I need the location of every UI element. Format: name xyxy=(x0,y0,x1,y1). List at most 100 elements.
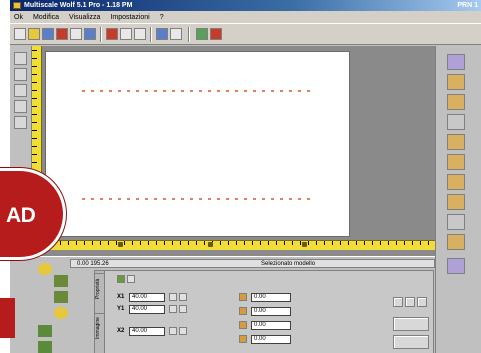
object-icon[interactable] xyxy=(117,275,125,283)
bars-icon[interactable] xyxy=(54,291,68,303)
menu-item-help[interactable]: ? xyxy=(160,14,164,21)
ruler-marker[interactable] xyxy=(208,242,213,247)
menu-item-view[interactable]: Visualizza xyxy=(69,14,100,21)
ruler-marker[interactable] xyxy=(302,242,307,247)
small-button[interactable] xyxy=(417,297,427,307)
ruler-tick xyxy=(32,130,37,131)
pointer-icon[interactable] xyxy=(14,52,27,65)
y1-field[interactable]: 40.00 xyxy=(129,305,165,314)
ruler-tick xyxy=(60,241,61,245)
circle-icon[interactable] xyxy=(54,307,68,319)
settings-icon[interactable] xyxy=(170,28,182,40)
layer-icon[interactable] xyxy=(38,341,52,353)
menu-item-edit[interactable]: Modifica xyxy=(33,14,59,21)
grid-icon[interactable] xyxy=(156,28,168,40)
undo-icon[interactable] xyxy=(120,28,132,40)
house-icon[interactable] xyxy=(447,214,465,230)
save-icon[interactable] xyxy=(42,28,54,40)
print-icon[interactable] xyxy=(56,28,68,40)
tool-icon[interactable] xyxy=(210,28,222,40)
help-icon[interactable] xyxy=(196,28,208,40)
shape-icon[interactable] xyxy=(447,174,465,190)
apply-button[interactable] xyxy=(393,317,429,331)
ruler-tick xyxy=(236,241,237,245)
table-icon[interactable] xyxy=(447,234,465,250)
ruler-tick xyxy=(32,82,37,83)
depth-field[interactable]: 0.00 xyxy=(251,335,291,344)
title-bar: Multiscale Wolf 5.1 Pro - 1.18 PM PRN 1 xyxy=(10,0,481,11)
menu-item-file[interactable]: Ok xyxy=(14,14,23,21)
spin-up-icon[interactable] xyxy=(169,293,177,301)
ruler-tick xyxy=(268,241,269,245)
canvas-dot xyxy=(82,198,85,200)
canvas-dot xyxy=(280,198,283,200)
properties-tabs: Proprietà Immagine xyxy=(95,271,105,353)
toolbar-separator xyxy=(150,27,152,42)
triangle-icon[interactable] xyxy=(447,194,465,210)
canvas-dot xyxy=(136,90,139,92)
canvas-dot xyxy=(217,90,220,92)
canvas-dot xyxy=(199,198,202,200)
sun-icon[interactable] xyxy=(38,263,52,275)
tab-image[interactable]: Immagine xyxy=(95,313,105,343)
ellipse-icon[interactable] xyxy=(14,116,27,129)
canvas-dot xyxy=(226,90,229,92)
canvas-dot xyxy=(298,198,301,200)
small-button[interactable] xyxy=(405,297,415,307)
drawing-canvas[interactable] xyxy=(45,51,350,237)
rectangle-icon[interactable] xyxy=(14,100,27,113)
cut-icon[interactable] xyxy=(70,28,82,40)
small-button[interactable] xyxy=(393,297,403,307)
cancel-button[interactable] xyxy=(393,335,429,349)
window-title: Multiscale Wolf 5.1 Pro - 1.18 PM xyxy=(24,2,133,9)
ruler-tick xyxy=(188,241,189,245)
spin-up-icon[interactable] xyxy=(169,305,177,313)
height-field[interactable]: 0.00 xyxy=(251,307,291,316)
width-field[interactable]: 0.00 xyxy=(251,293,291,302)
canvas-dot xyxy=(244,90,247,92)
ruler-tick xyxy=(340,241,341,245)
ruler-tick xyxy=(316,241,317,245)
ruler-tick xyxy=(108,241,109,245)
x2-field[interactable]: 40.00 xyxy=(129,327,165,336)
palette-icon[interactable] xyxy=(447,54,465,70)
angle-field[interactable]: 0.00 xyxy=(251,321,291,330)
chart-icon[interactable] xyxy=(54,275,68,287)
spin-up-icon[interactable] xyxy=(169,327,177,335)
text-icon[interactable] xyxy=(14,84,27,97)
slope-icon[interactable] xyxy=(447,154,465,170)
spin-down-icon[interactable] xyxy=(179,293,187,301)
canvas-dot xyxy=(172,90,175,92)
ruler-marker[interactable] xyxy=(118,242,123,247)
ruler-tick xyxy=(364,241,365,245)
tab-properties[interactable]: Proprietà xyxy=(95,273,105,303)
hammer-icon[interactable] xyxy=(447,94,465,110)
ruler-tick xyxy=(196,241,197,245)
line-icon[interactable] xyxy=(14,68,27,81)
grid-icon[interactable] xyxy=(447,114,465,130)
copy-icon[interactable] xyxy=(84,28,96,40)
title-right-label: PRN 1 xyxy=(457,2,478,9)
open-icon[interactable] xyxy=(28,28,40,40)
ruler-tick xyxy=(32,50,37,51)
spin-down-icon[interactable] xyxy=(179,305,187,313)
menu-item-settings[interactable]: Impostazioni xyxy=(110,14,149,21)
ruler-tick xyxy=(428,241,429,245)
canvas-dot xyxy=(208,198,211,200)
width-icon xyxy=(239,293,247,301)
new-icon[interactable] xyxy=(14,28,26,40)
option-icon[interactable] xyxy=(127,275,135,283)
paste-icon[interactable] xyxy=(106,28,118,40)
spin-down-icon[interactable] xyxy=(179,327,187,335)
building-icon[interactable] xyxy=(447,74,465,90)
x1-field[interactable]: 40.00 xyxy=(129,293,165,302)
zoom-icon[interactable] xyxy=(134,28,146,40)
layers-icon[interactable] xyxy=(447,258,465,274)
ruler-tick xyxy=(32,154,37,155)
stack-icon[interactable] xyxy=(38,325,52,337)
sun-icon[interactable] xyxy=(447,134,465,150)
canvas-dot xyxy=(307,198,310,200)
ruler-tick xyxy=(32,58,37,59)
canvas-dot xyxy=(172,198,175,200)
watermark-badge-bottom xyxy=(0,298,15,338)
